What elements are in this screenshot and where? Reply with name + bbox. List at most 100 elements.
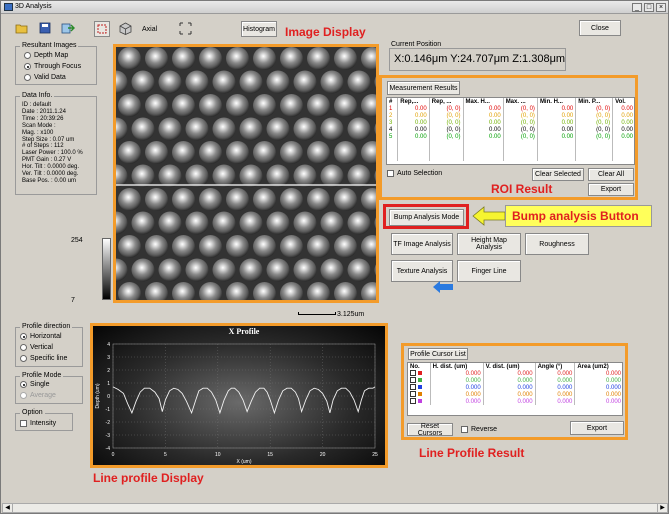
- clear-all-button[interactable]: Clear All: [588, 168, 634, 181]
- scroll-left-icon[interactable]: ◀: [3, 504, 13, 512]
- tab-profile-cursor-list[interactable]: Profile Cursor List: [408, 348, 468, 360]
- measurement-export-button[interactable]: Export: [588, 183, 634, 196]
- column-header[interactable]: Max. ...: [503, 98, 538, 105]
- checkbox-box[interactable]: [410, 377, 416, 384]
- cursor-row[interactable]: 0.000 0.000 0.000 0.000: [408, 384, 622, 391]
- column-header[interactable]: Vol.: [612, 98, 634, 105]
- row-number: 3: [387, 119, 399, 126]
- crosshair-icon[interactable]: [179, 22, 192, 35]
- checkbox-box[interactable]: [20, 420, 27, 427]
- radio-dot[interactable]: [24, 52, 31, 59]
- column-header[interactable]: Angle (°): [535, 363, 576, 370]
- tab-measurement-results[interactable]: Measurement Results: [387, 81, 460, 95]
- checkbox-box[interactable]: [410, 384, 416, 391]
- column-header[interactable]: Rep, ...: [429, 98, 464, 105]
- column-header[interactable]: H. dist. (um): [430, 363, 484, 370]
- cursor-row[interactable]: 0.000 0.000 0.000 0.000: [408, 370, 622, 377]
- intensity-checkbox[interactable]: Intensity: [20, 420, 56, 427]
- column-header[interactable]: Max. H...: [463, 98, 504, 105]
- axial-label[interactable]: Axial: [142, 26, 157, 33]
- radio-specific-line[interactable]: Specific line: [20, 355, 67, 362]
- column-header[interactable]: Min. H...: [537, 98, 577, 105]
- column-header[interactable]: Rep,...: [397, 98, 430, 105]
- radio-dot[interactable]: [20, 355, 27, 362]
- profile-cursor-table[interactable]: No. H. dist. (um) V. dist. (um) Angle (°) Ar…: [407, 362, 623, 416]
- radio-dot-selected[interactable]: [24, 63, 31, 70]
- column-header[interactable]: No.: [408, 363, 431, 370]
- open-folder-icon[interactable]: [15, 23, 29, 34]
- checkbox-box[interactable]: [461, 426, 468, 433]
- checkbox-box[interactable]: [410, 398, 416, 405]
- empty-row: [387, 147, 634, 154]
- height-map-analysis-button[interactable]: Height Map Analysis: [457, 233, 521, 255]
- table-row[interactable]: 1 0.00 (0, 0) 0.00 (0, 0) 0.00 (0, 0) 0.00: [387, 105, 634, 112]
- cursor-row[interactable]: 0.000 0.000 0.000 0.000: [408, 391, 622, 398]
- horizontal-scrollbar[interactable]: ◀ ▶: [2, 503, 668, 513]
- cursor-cell: 0.000: [430, 377, 484, 384]
- finger-line-button[interactable]: Finger Line: [457, 260, 521, 282]
- window-close-button[interactable]: ×: [656, 3, 666, 12]
- data-info-line: Date : 2011.1.24: [22, 108, 66, 115]
- roughness-button[interactable]: Roughness: [525, 233, 589, 255]
- x-profile-chart[interactable]: 4 3 2 1 0 -1 -2 -3 -4 0 5 10 15 20 25 X Profile X (um) De…: [93, 326, 385, 465]
- table-row[interactable]: 4 0.00 (0, 0) 0.00 (0, 0) 0.00 (0, 0) 0.00: [387, 126, 634, 133]
- roi-select-icon[interactable]: [94, 21, 110, 37]
- cursor-checkbox[interactable]: [408, 370, 431, 377]
- radio-horizontal[interactable]: Horizontal: [20, 333, 62, 340]
- column-header[interactable]: V. dist. (um): [483, 363, 536, 370]
- column-header[interactable]: #: [387, 98, 399, 105]
- cursor-checkbox[interactable]: [408, 384, 431, 391]
- bump-image: [116, 47, 376, 300]
- tf-image-analysis-button[interactable]: TF Image Analysis: [391, 233, 453, 255]
- radio-dot[interactable]: [24, 74, 31, 81]
- reset-cursors-button[interactable]: Reset Cursors: [407, 423, 453, 437]
- scroll-right-icon[interactable]: ▶: [657, 504, 667, 512]
- checkbox-box[interactable]: [410, 370, 416, 377]
- column-header[interactable]: Min. P...: [575, 98, 614, 105]
- cursor-checkbox[interactable]: [408, 391, 431, 398]
- image-display-annotation: Image Display: [285, 25, 366, 39]
- minimize-button[interactable]: _: [632, 3, 642, 12]
- maximize-button[interactable]: □: [644, 3, 654, 12]
- radio-dot[interactable]: [20, 344, 27, 351]
- column-header[interactable]: Area (um2): [574, 363, 622, 370]
- data-info-line: Ver. Tilt : 0.0000 deg.: [22, 171, 79, 178]
- table-row[interactable]: 3 0.00 (0, 0) 0.00 (0, 0) 0.00 (0, 0) 0.00: [387, 119, 634, 126]
- table-cell: 0.00: [397, 133, 430, 140]
- table-cell: 0.00: [537, 105, 577, 112]
- image-display[interactable]: [116, 47, 376, 300]
- profile-cursor-export-button[interactable]: Export: [570, 421, 624, 435]
- radio-through-focus[interactable]: Through Focus: [24, 63, 81, 70]
- 3d-cube-icon[interactable]: [119, 22, 132, 35]
- clear-selected-button[interactable]: Clear Selected: [532, 168, 584, 181]
- texture-analysis-button[interactable]: Texture Analysis: [391, 260, 453, 282]
- export-icon[interactable]: [61, 22, 75, 34]
- radio-single[interactable]: Single: [20, 381, 49, 388]
- cursor-checkbox[interactable]: [408, 398, 431, 405]
- empty-cell: [612, 147, 634, 154]
- cursor-row[interactable]: 0.000 0.000 0.000 0.000: [408, 377, 622, 384]
- measurement-table[interactable]: # Rep,... Rep, ... Max. H... Max. ... Min. H.…: [386, 97, 635, 165]
- close-button[interactable]: Close: [579, 20, 621, 36]
- cursor-checkbox[interactable]: [408, 377, 431, 384]
- radio-valid-data[interactable]: Valid Data: [24, 74, 66, 81]
- table-cell: (0, 0): [503, 133, 538, 140]
- radio-dot-selected[interactable]: [20, 381, 27, 388]
- scale-bar: [298, 312, 336, 315]
- histogram-button[interactable]: Histogram: [241, 21, 277, 37]
- cursor-row[interactable]: 0.000 0.000 0.000 0.000: [408, 398, 622, 405]
- save-icon[interactable]: [39, 22, 51, 34]
- data-info-line: Mag. : x100: [22, 129, 54, 136]
- cursor-cell: 0.000: [574, 398, 622, 405]
- checkbox-box[interactable]: [387, 170, 394, 177]
- empty-cell: [463, 154, 504, 161]
- radio-depth-map[interactable]: Depth Map: [24, 52, 68, 59]
- table-row[interactable]: 5 0.00 (0, 0) 0.00 (0, 0) 0.00 (0, 0) 0.00: [387, 133, 634, 140]
- bump-analysis-mode-button[interactable]: Bump Analysis Mode: [389, 209, 464, 226]
- radio-vertical[interactable]: Vertical: [20, 344, 53, 351]
- reverse-checkbox[interactable]: Reverse: [461, 426, 497, 433]
- auto-selection-checkbox[interactable]: Auto Selection: [387, 170, 442, 177]
- radio-dot-selected[interactable]: [20, 333, 27, 340]
- table-row[interactable]: 2 0.00 (0, 0) 0.00 (0, 0) 0.00 (0, 0) 0.00: [387, 112, 634, 119]
- checkbox-box[interactable]: [410, 391, 416, 398]
